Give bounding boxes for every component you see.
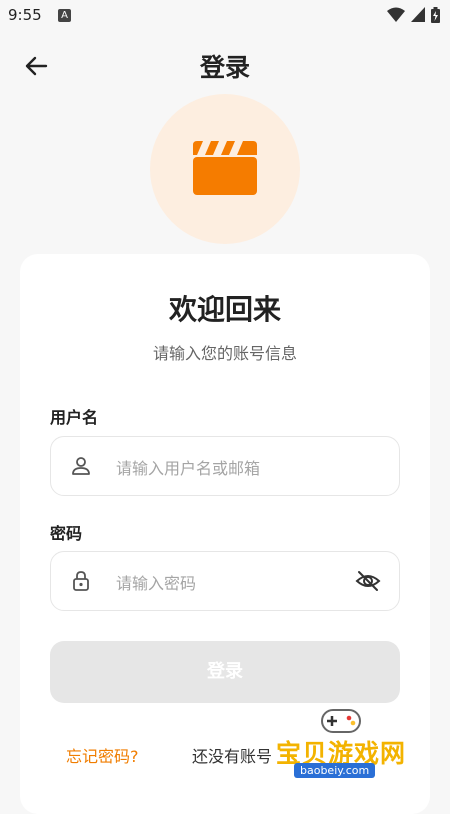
status-bar: 9:55 A <box>0 0 450 32</box>
username-placeholder: 请输入用户名或邮箱 <box>116 459 261 478</box>
page-title: 登录 <box>199 53 250 82</box>
app-header: 登录 <box>0 38 450 94</box>
clapperboard-icon <box>193 141 257 195</box>
watermark-url: baobeiy.com <box>294 763 376 778</box>
a-icon: A <box>58 9 71 22</box>
password-field[interactable]: 请输入密码 <box>50 551 400 611</box>
signal-icon <box>411 7 425 22</box>
forgot-password-link[interactable]: 忘记密码? <box>66 743 139 767</box>
user-icon <box>72 457 90 475</box>
login-button[interactable]: 登录 <box>50 641 400 703</box>
eye-off-icon[interactable] <box>355 568 381 594</box>
lock-icon <box>73 571 89 591</box>
battery-icon <box>431 7 440 23</box>
no-account-text: 还没有账号 <box>192 747 273 766</box>
username-field[interactable]: 请输入用户名或邮箱 <box>50 436 400 496</box>
app-logo <box>150 94 300 244</box>
username-label: 用户名 <box>50 408 99 427</box>
status-time: 9:55 <box>8 6 42 24</box>
watermark: 宝贝游戏网 baobeiy.com <box>270 700 420 790</box>
password-placeholder: 请输入密码 <box>116 574 197 593</box>
welcome-heading: 欢迎回来 <box>168 293 281 326</box>
wifi-icon <box>387 7 405 22</box>
password-label: 密码 <box>50 524 83 543</box>
welcome-subtitle: 请输入您的账号信息 <box>152 344 297 363</box>
status-icons <box>387 7 440 23</box>
gamepad-icon <box>321 709 361 733</box>
